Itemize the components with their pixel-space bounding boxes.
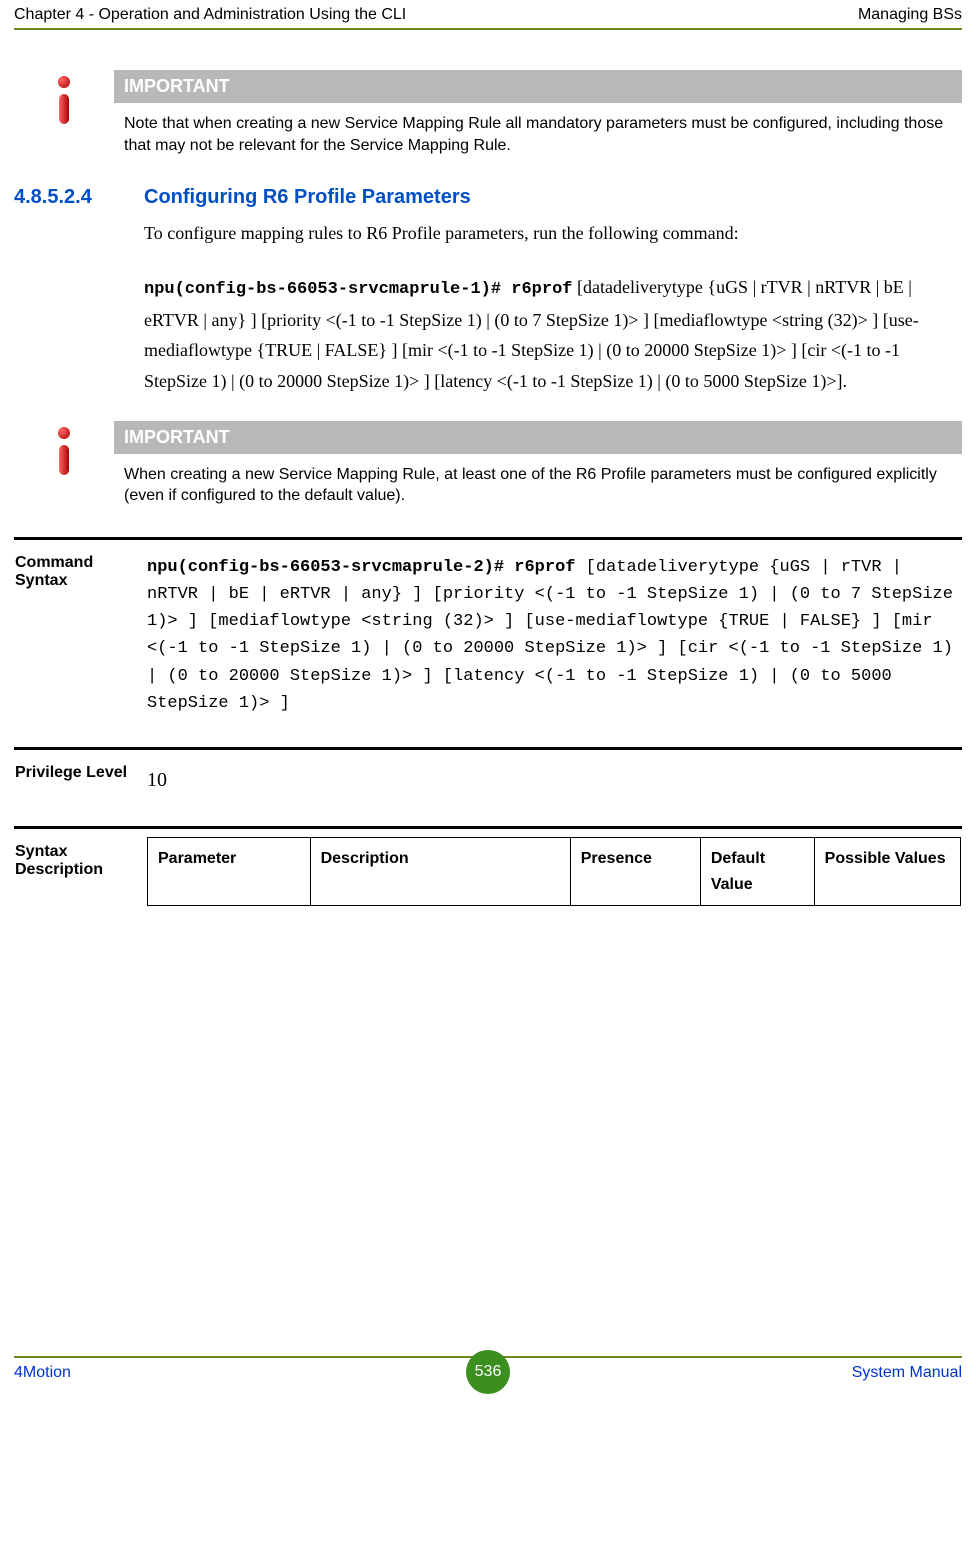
col-default-value: Default Value [700, 837, 814, 905]
important-block-2: IMPORTANT When creating a new Service Ma… [14, 421, 962, 507]
definition-table: Command Syntax npu(config-bs-66053-srvcm… [14, 537, 962, 936]
header-right: Managing BSs [858, 6, 962, 24]
syntax-table-header-row: Parameter Description Presence Default V… [148, 837, 961, 905]
privilege-level-row: Privilege Level 10 [14, 748, 962, 827]
col-possible-values: Possible Values [814, 837, 960, 905]
i-dot-icon [58, 76, 70, 88]
syntax-description-label: Syntax Description [14, 827, 146, 936]
footer-left: 4Motion [14, 1364, 71, 1382]
privilege-level-value: 10 [146, 748, 962, 827]
important-icon-col [14, 421, 114, 507]
important-block-1: IMPORTANT Note that when creating a new … [14, 70, 962, 156]
command-syntax-bold: npu(config-bs-66053-srvcmaprule-2)# r6pr… [147, 558, 575, 577]
command-bold-part: npu(config-bs-66053-srvcmaprule-1)# r6pr… [144, 280, 572, 299]
i-dot-icon [58, 427, 70, 439]
page-number-badge: 536 [466, 1350, 510, 1394]
page-footer: 4Motion 536 System Manual [0, 1356, 976, 1396]
important-icon [52, 427, 76, 475]
important-icon-col [14, 70, 114, 156]
important-text: When creating a new Service Mapping Rule… [114, 454, 962, 507]
section-intro: To configure mapping rules to R6 Profile… [144, 219, 962, 248]
command-example: npu(config-bs-66053-srvcmaprule-1)# r6pr… [144, 272, 962, 397]
i-stem-icon [59, 94, 69, 124]
syntax-description-row: Syntax Description Parameter Description… [14, 827, 962, 936]
privilege-level-label: Privilege Level [14, 748, 146, 827]
col-description: Description [310, 837, 570, 905]
footer-row: 4Motion 536 System Manual [14, 1364, 962, 1382]
important-body: IMPORTANT When creating a new Service Ma… [114, 421, 962, 507]
important-body: IMPORTANT Note that when creating a new … [114, 70, 962, 156]
syntax-parameters-table: Parameter Description Presence Default V… [147, 837, 961, 906]
command-syntax-label: Command Syntax [14, 538, 146, 748]
header-rule [14, 28, 962, 30]
important-header: IMPORTANT [114, 421, 962, 454]
command-syntax-rest: [datadeliverytype {uGS | rTVR | nRTVR | … [147, 558, 953, 713]
section-heading-row: 4.8.5.2.4 Configuring R6 Profile Paramet… [14, 186, 962, 209]
important-icon [52, 76, 76, 124]
section-number: 4.8.5.2.4 [14, 186, 144, 209]
footer-right: System Manual [852, 1364, 962, 1382]
syntax-description-value: Parameter Description Presence Default V… [146, 827, 962, 936]
command-syntax-value: npu(config-bs-66053-srvcmaprule-2)# r6pr… [146, 538, 962, 748]
important-text: Note that when creating a new Service Ma… [114, 103, 962, 156]
col-parameter: Parameter [148, 837, 311, 905]
header-left: Chapter 4 - Operation and Administration… [14, 6, 406, 24]
section-title: Configuring R6 Profile Parameters [144, 186, 471, 209]
important-header: IMPORTANT [114, 70, 962, 103]
col-presence: Presence [570, 837, 700, 905]
command-syntax-row: Command Syntax npu(config-bs-66053-srvcm… [14, 538, 962, 748]
page-header: Chapter 4 - Operation and Administration… [0, 0, 976, 28]
i-stem-icon [59, 445, 69, 475]
